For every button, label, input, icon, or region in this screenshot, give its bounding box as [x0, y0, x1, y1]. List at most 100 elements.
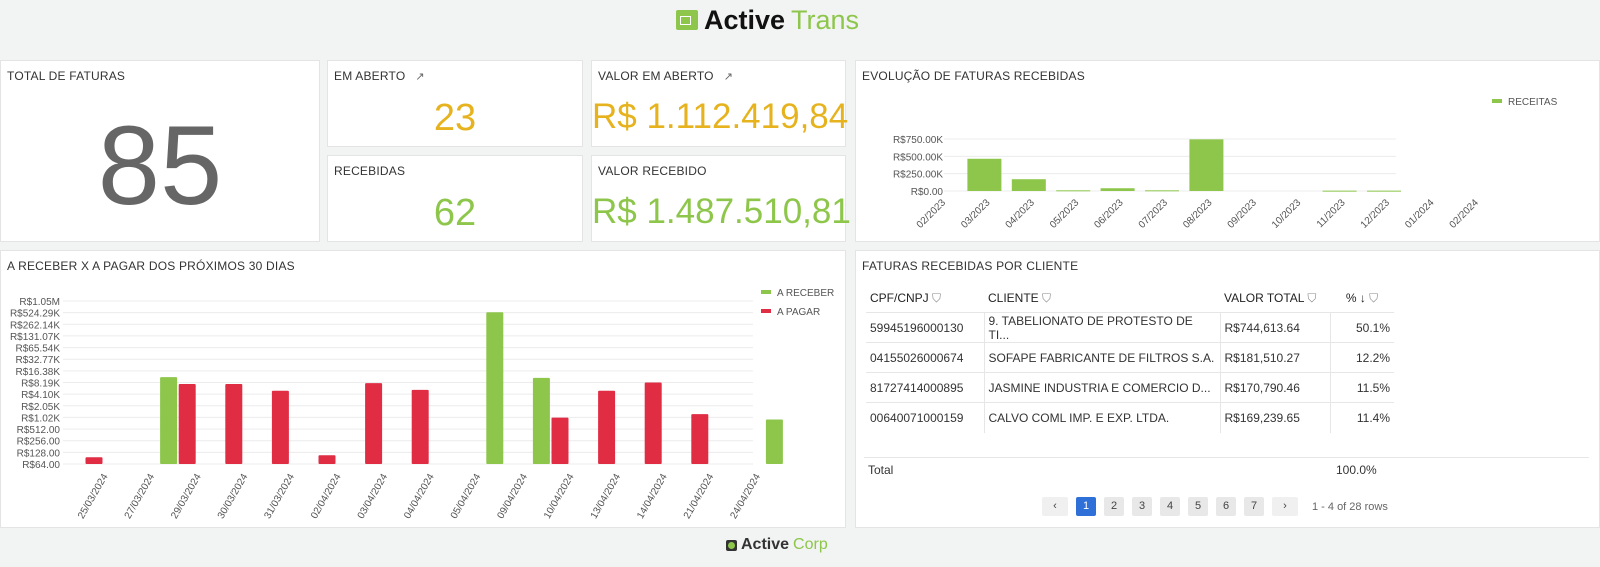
- x-tick-label: 07/2023: [1137, 197, 1171, 231]
- page-button[interactable]: 3: [1132, 497, 1152, 516]
- bar-a-receber: [160, 377, 178, 464]
- bar-a-receber: [532, 377, 550, 464]
- y-tick-label: R$0.00: [911, 187, 944, 198]
- filter-icon[interactable]: ⛉: [1042, 291, 1051, 305]
- x-tick-label: 13/04/2024: [589, 472, 624, 521]
- y-tick-label: R$750.00K: [893, 135, 943, 146]
- table-cell: 00640071000159: [866, 402, 984, 433]
- card-title: EM ABERTO ↗: [334, 69, 425, 83]
- x-tick-label: 04/2023: [1004, 197, 1038, 231]
- external-link-icon[interactable]: ↗: [415, 71, 424, 83]
- table-cell: CALVO COML IMP. E EXP. LTDA.: [983, 402, 1220, 433]
- table-cell: 81727414000895: [866, 372, 984, 403]
- page-button[interactable]: 2: [1104, 497, 1124, 516]
- table-row[interactable]: 81727414000895 JASMINE INDUSTRIA E COMERC…: [866, 372, 1394, 403]
- filter-icon[interactable]: ⛉: [1307, 291, 1316, 305]
- bar-a-pagar: [318, 455, 336, 464]
- bar-a-pagar: [85, 457, 103, 464]
- x-tick-label: 02/04/2024: [309, 472, 344, 521]
- legend-label: RECEITAS: [1508, 97, 1558, 108]
- y-tick-label: R$131.07K: [10, 332, 60, 343]
- x-tick-label: 10/2023: [1270, 197, 1304, 231]
- valor-aberto-card: VALOR EM ABERTO ↗ R$ 1.112.419,84: [591, 60, 849, 147]
- bar-a-pagar: [178, 383, 196, 464]
- y-tick-label: R$256.00: [17, 437, 61, 448]
- next-page-button[interactable]: ›: [1272, 497, 1298, 516]
- table-cell: R$170,790.46: [1219, 372, 1330, 403]
- x-tick-label: 05/04/2024: [449, 472, 484, 521]
- legend-label: A PAGAR: [777, 307, 820, 318]
- column-header-pct[interactable]: % ↓ ⛉: [1330, 285, 1394, 313]
- y-tick-label: R$32.77K: [16, 355, 61, 366]
- table-cell: 50.1%: [1329, 312, 1394, 343]
- x-tick-label: 09/04/2024: [495, 472, 530, 521]
- table-row[interactable]: 00640071000159 CALVO COML IMP. E EXP. LTD…: [866, 402, 1394, 433]
- table-cell: JASMINE INDUSTRIA E COMERCIO D...: [983, 372, 1220, 403]
- column-header-cpf[interactable]: CPF/CNPJ ⛉: [866, 285, 984, 313]
- bar: [1367, 190, 1401, 192]
- page-button[interactable]: 7: [1244, 497, 1264, 516]
- column-header-valor[interactable]: VALOR TOTAL ⛉: [1220, 285, 1330, 313]
- legend-swatch: [761, 309, 771, 313]
- y-tick-label: R$1.05M: [19, 297, 60, 308]
- table-row[interactable]: 59945196000130 9. TABELIONATO DE PROTESTO…: [866, 312, 1394, 343]
- page-button[interactable]: 1: [1076, 497, 1096, 516]
- y-tick-label: R$64.00: [22, 460, 60, 471]
- recebidas-card: RECEBIDAS 62: [327, 155, 583, 242]
- em-aberto-card: EM ABERTO ↗ 23: [327, 60, 583, 147]
- receber-pagar-chart: R$64.00R$128.00R$256.00R$512.00R$1.02KR$…: [10, 288, 834, 521]
- bar-a-pagar: [644, 382, 662, 464]
- em-aberto-value: 23: [433, 97, 477, 139]
- y-tick-label: R$500.00K: [893, 152, 943, 163]
- filter-icon[interactable]: ⛉: [1369, 291, 1378, 305]
- x-tick-label: 03/2023: [959, 197, 993, 231]
- bar: [967, 158, 1002, 191]
- column-header-cliente[interactable]: CLIENTE ⛉: [984, 285, 1220, 313]
- page-button[interactable]: 6: [1216, 497, 1236, 516]
- card-title: RECEBIDAS: [334, 164, 406, 178]
- valor-recebido-value: R$ 1.487.510,81: [592, 192, 851, 231]
- valor-recebido-card: VALOR RECEBIDO R$ 1.487.510,81: [591, 155, 851, 242]
- prev-page-button[interactable]: ‹: [1042, 497, 1068, 516]
- recebidas-value: 62: [433, 192, 477, 234]
- divider: [864, 457, 1589, 458]
- active-corp-logo: Active Corp: [726, 536, 828, 554]
- x-tick-label: 02/2024: [1448, 197, 1482, 231]
- x-tick-label: 21/04/2024: [682, 472, 717, 521]
- filter-icon[interactable]: ⛉: [932, 291, 941, 305]
- active-trans-logo: Active Trans: [676, 5, 859, 35]
- x-tick-label: 29/03/2024: [169, 472, 204, 521]
- card-title: TOTAL DE FATURAS: [7, 69, 126, 83]
- x-tick-label: 14/04/2024: [635, 472, 670, 521]
- truck-icon: [676, 10, 698, 30]
- bar: [1322, 190, 1357, 192]
- external-link-icon[interactable]: ↗: [724, 71, 733, 83]
- x-tick-label: 09/2023: [1226, 197, 1260, 231]
- card-title: VALOR RECEBIDO: [598, 164, 707, 178]
- legend-label: A RECEBER: [777, 288, 834, 299]
- table-cell: R$181,510.27: [1219, 342, 1330, 373]
- y-tick-label: R$65.54K: [16, 344, 61, 355]
- x-tick-label: 27/03/2024: [123, 472, 158, 521]
- x-tick-label: 24/04/2024: [728, 472, 763, 521]
- table-cell: 12.2%: [1329, 342, 1394, 373]
- x-tick-label: 06/2023: [1092, 197, 1126, 231]
- y-tick-label: R$250.00K: [893, 170, 943, 181]
- y-tick-label: R$1.02K: [21, 413, 60, 424]
- page-button[interactable]: 5: [1188, 497, 1208, 516]
- bar-a-pagar: [225, 383, 243, 464]
- table-row[interactable]: 04155026000674 SOFAPE FABRICANTE DE FILTR…: [866, 342, 1394, 373]
- x-tick-label: 01/2024: [1403, 197, 1437, 231]
- page-button[interactable]: 4: [1160, 497, 1180, 516]
- y-tick-label: R$524.29K: [10, 309, 60, 320]
- sort-desc-icon[interactable]: ↓: [1360, 291, 1366, 305]
- y-tick-label: R$128.00: [17, 448, 61, 459]
- valor-aberto-value: R$ 1.112.419,84: [592, 97, 849, 136]
- card-title: VALOR EM ABERTO ↗: [598, 69, 734, 83]
- x-tick-label: 08/2023: [1181, 197, 1215, 231]
- logo-icon: [726, 539, 737, 551]
- y-tick-label: R$262.14K: [10, 320, 60, 331]
- x-tick-label: 30/03/2024: [216, 472, 251, 521]
- table-cell: 9. TABELIONATO DE PROTESTO DE TI...: [983, 312, 1220, 343]
- x-tick-label: 11/2023: [1315, 197, 1348, 230]
